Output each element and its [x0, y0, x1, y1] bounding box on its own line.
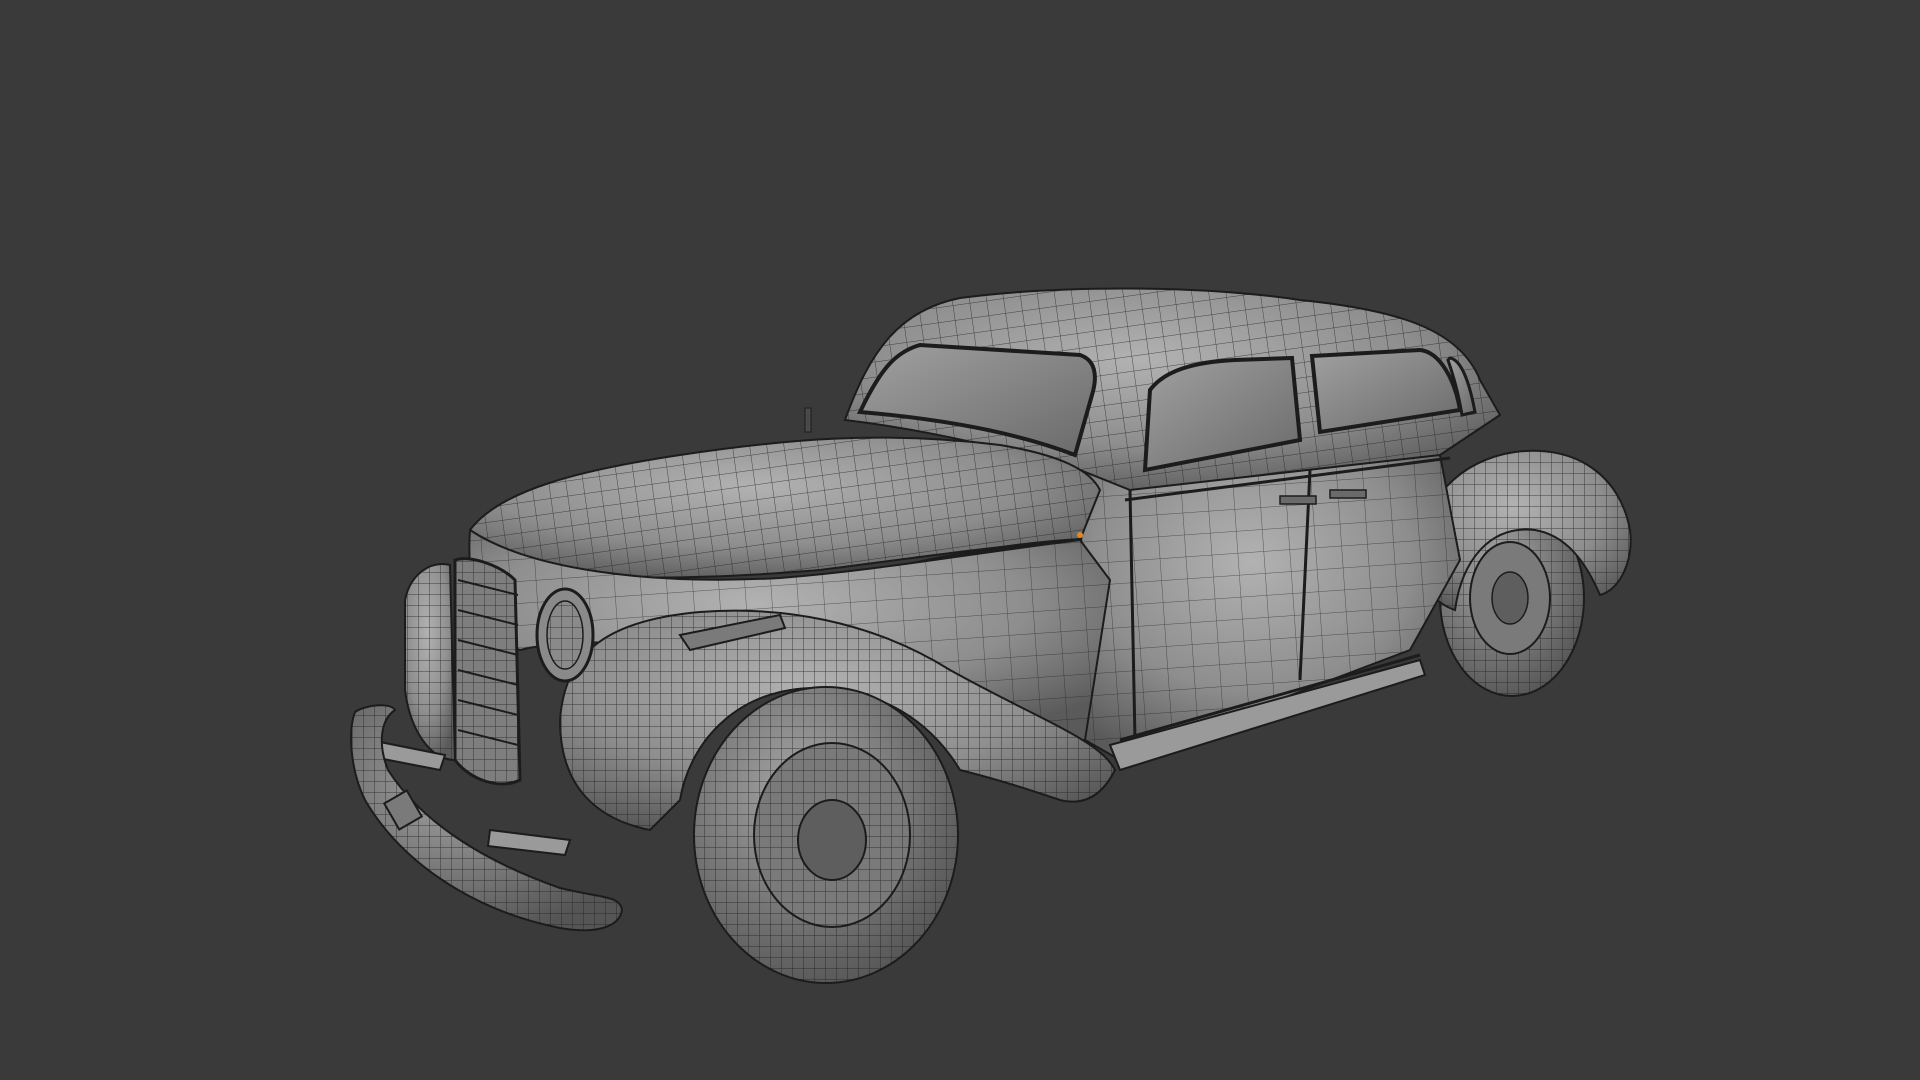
car-wireframe-model[interactable]	[0, 0, 1920, 1080]
door-handle-rear[interactable]	[1279, 495, 1317, 505]
vertex-marker	[1077, 532, 1083, 538]
antenna[interactable]	[804, 407, 812, 433]
front-wheel[interactable]	[693, 686, 959, 984]
hubcap[interactable]	[797, 799, 867, 881]
car-body-side[interactable]	[1078, 453, 1462, 772]
front-grille[interactable]	[453, 557, 522, 786]
headlight[interactable]	[535, 587, 595, 683]
left-front-fender[interactable]	[404, 563, 457, 762]
3d-viewport[interactable]	[0, 0, 1920, 1080]
door-handle-front[interactable]	[1329, 489, 1367, 499]
